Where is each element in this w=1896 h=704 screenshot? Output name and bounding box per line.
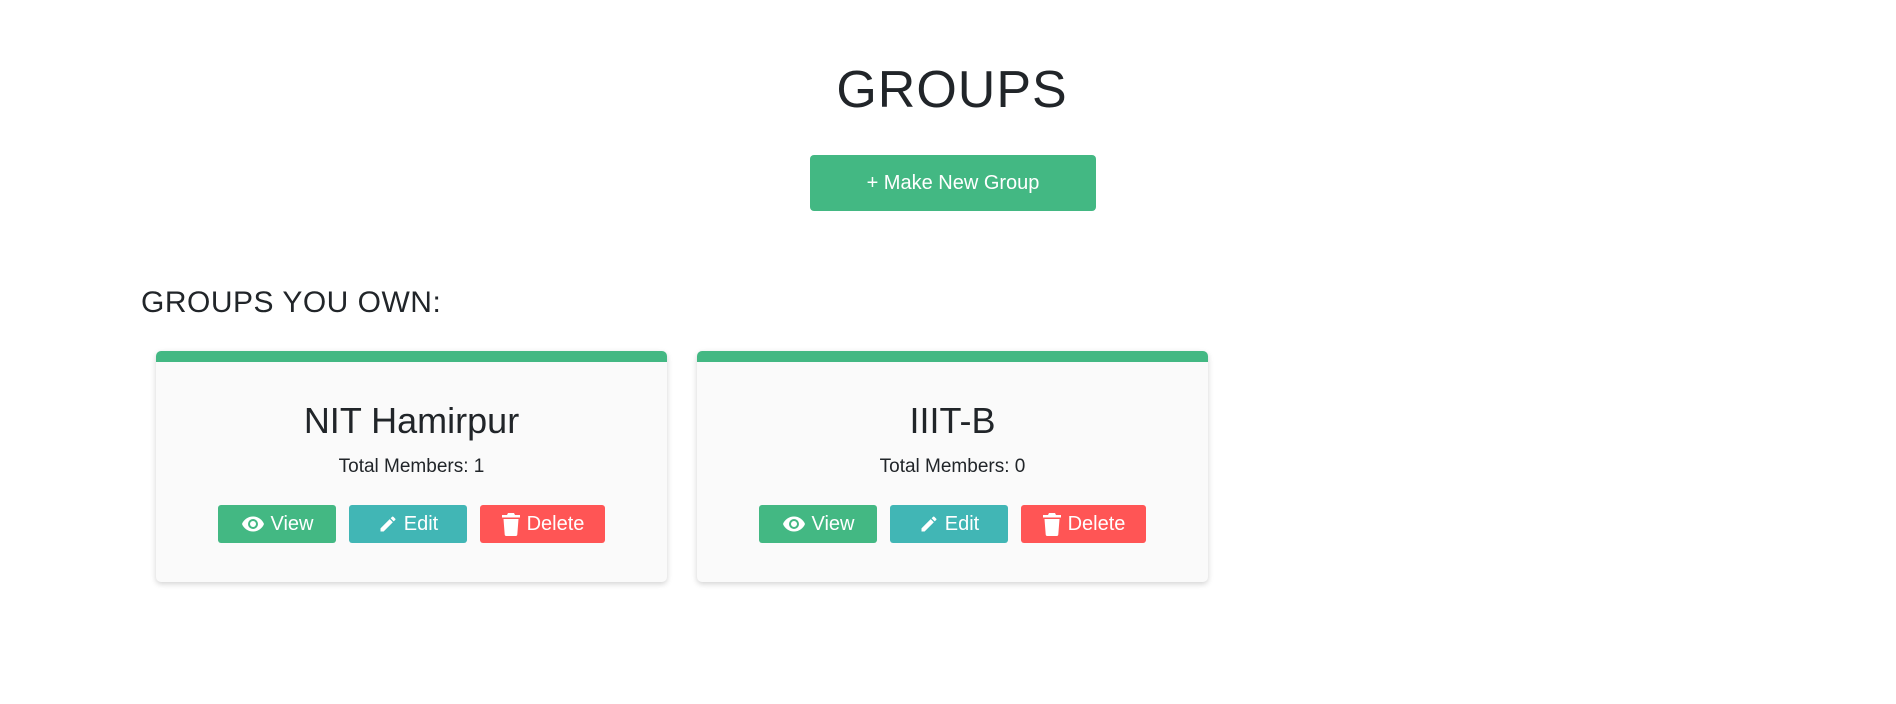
group-name: NIT Hamirpur <box>303 400 520 441</box>
view-button-label: View <box>270 512 314 535</box>
pencil-icon <box>919 514 939 534</box>
page-title: GROUPS <box>836 61 1068 119</box>
eye-icon <box>782 512 806 536</box>
view-group-button[interactable]: View <box>759 505 877 543</box>
card-accent-bar <box>156 351 667 362</box>
view-button-label: View <box>811 512 855 535</box>
group-actions: View Edit Delete <box>156 505 667 543</box>
group-name: IIIT-B <box>909 400 996 441</box>
group-actions: View Edit Delete <box>697 505 1208 543</box>
view-group-button[interactable]: View <box>218 505 336 543</box>
group-member-count: Total Members: 1 <box>338 456 485 477</box>
delete-button-label: Delete <box>1067 512 1126 535</box>
group-card: NIT Hamirpur Total Members: 1 View Edit <box>156 351 667 582</box>
groups-page: GROUPS + Make New Group GROUPS YOU OWN: … <box>0 0 1896 704</box>
trash-icon <box>501 512 521 536</box>
group-card: IIIT-B Total Members: 0 View Edit Delete <box>697 351 1208 582</box>
group-member-count: Total Members: 0 <box>879 456 1026 477</box>
card-accent-bar <box>697 351 1208 362</box>
group-cards: NIT Hamirpur Total Members: 1 View Edit <box>156 351 1208 582</box>
edit-group-button[interactable]: Edit <box>349 505 467 543</box>
edit-button-label: Edit <box>403 512 439 535</box>
pencil-icon <box>378 514 398 534</box>
delete-button-label: Delete <box>526 512 585 535</box>
delete-group-button[interactable]: Delete <box>1021 505 1146 543</box>
eye-icon <box>241 512 265 536</box>
make-new-group-button[interactable]: + Make New Group <box>810 155 1096 211</box>
edit-button-label: Edit <box>944 512 980 535</box>
groups-you-own-heading: GROUPS YOU OWN: <box>141 286 442 319</box>
delete-group-button[interactable]: Delete <box>480 505 605 543</box>
trash-icon <box>1042 512 1062 536</box>
edit-group-button[interactable]: Edit <box>890 505 1008 543</box>
